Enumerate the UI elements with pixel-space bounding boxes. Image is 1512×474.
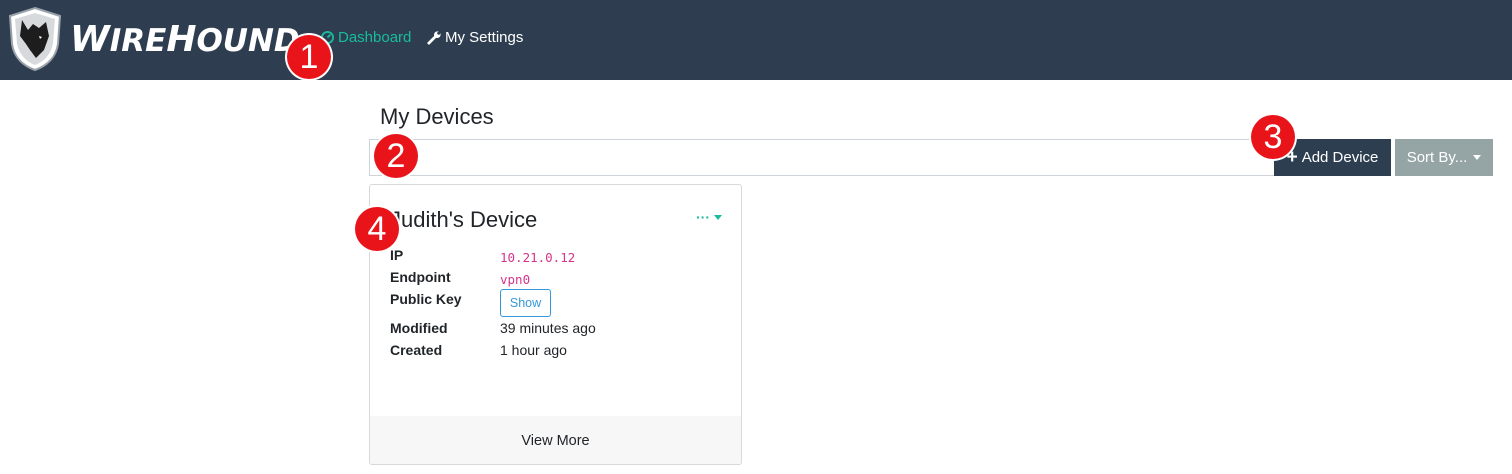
nav-dashboard-label: Dashboard bbox=[338, 29, 412, 46]
callout-marker-3: 3 bbox=[1251, 115, 1295, 159]
sort-by-label: Sort By... bbox=[1406, 149, 1468, 166]
top-navbar: WIREHOUND Dashboard My Settings bbox=[0, 0, 1512, 80]
nav-my-settings-label: My Settings bbox=[445, 29, 524, 46]
device-search-input[interactable] bbox=[369, 139, 1274, 176]
wrench-icon bbox=[426, 30, 442, 46]
endpoint-label: Endpoint bbox=[390, 269, 451, 285]
created-label: Created bbox=[390, 342, 443, 358]
show-public-key-button[interactable]: Show bbox=[500, 289, 551, 317]
nav-my-settings[interactable]: My Settings bbox=[426, 29, 523, 46]
callout-marker-1: 1 bbox=[287, 35, 331, 79]
nav-dashboard[interactable]: Dashboard bbox=[319, 29, 411, 46]
endpoint-value: vpn0 bbox=[500, 272, 531, 287]
device-menu-toggle[interactable]: ··· bbox=[696, 209, 722, 225]
page-title: My Devices bbox=[380, 104, 494, 129]
modified-value: 39 minutes ago bbox=[500, 320, 596, 336]
brand-name: WIREHOUND bbox=[70, 18, 300, 60]
ip-value: 10.21.0.12 bbox=[500, 250, 576, 265]
chevron-down-icon bbox=[1473, 155, 1482, 160]
public-key-label: Public Key bbox=[390, 291, 462, 307]
callout-marker-4: 4 bbox=[355, 207, 399, 251]
add-device-label: Add Device bbox=[1301, 149, 1379, 166]
device-card: Judith's Device ··· IP 10.21.0.12 Endpoi… bbox=[369, 184, 742, 465]
created-value: 1 hour ago bbox=[500, 342, 567, 358]
view-more-link[interactable]: View More bbox=[370, 416, 741, 464]
modified-label: Modified bbox=[390, 320, 448, 336]
ellipsis-icon: ··· bbox=[696, 209, 710, 225]
ip-label: IP bbox=[390, 247, 404, 263]
sort-by-dropdown[interactable]: Sort By... bbox=[1395, 139, 1493, 176]
wolf-shield-icon bbox=[8, 6, 62, 72]
brand-logo[interactable]: WIREHOUND bbox=[6, 6, 300, 72]
chevron-down-icon bbox=[714, 214, 722, 220]
device-name: Judith's Device bbox=[390, 207, 538, 232]
callout-marker-2: 2 bbox=[374, 134, 418, 178]
